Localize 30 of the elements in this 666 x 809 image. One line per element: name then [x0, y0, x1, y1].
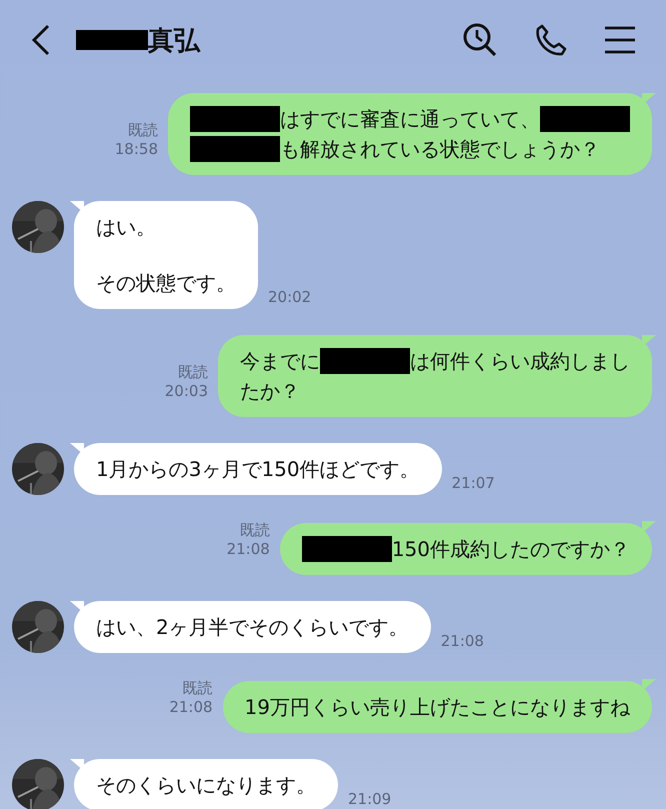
timestamp: 21:08 — [440, 632, 484, 651]
read-receipt: 既読 — [128, 121, 158, 140]
back-button[interactable] — [30, 23, 52, 57]
search-icon[interactable] — [462, 22, 498, 58]
timestamp: 21:08 — [226, 540, 270, 559]
chat-title: 真弘 — [148, 24, 200, 58]
phone-icon[interactable] — [534, 23, 568, 57]
read-receipt: 既読 — [182, 679, 213, 698]
message-text: は何件くらい成約しまし — [410, 348, 630, 375]
message-text: も解放されている状態でしょうか？ — [280, 136, 600, 163]
message-text: はすでに審査に通っていて、 — [280, 106, 540, 133]
timestamp: 20:03 — [164, 382, 208, 401]
message-text: 今までに — [240, 348, 320, 375]
message-text: はい、2ヶ月半でそのくらいです。 — [96, 614, 409, 641]
timestamp: 21:08 — [169, 698, 213, 717]
timestamp: 21:09 — [348, 790, 392, 809]
timestamp: 18:58 — [114, 140, 158, 159]
message-text: 19万円くらい売り上げたことになりますね — [244, 694, 630, 721]
read-receipt: 既読 — [240, 521, 270, 540]
message-text: 150件成約したのですか？ — [392, 536, 630, 563]
read-receipt: 既読 — [178, 363, 208, 382]
menu-icon[interactable] — [604, 26, 636, 54]
timestamp: 21:07 — [452, 474, 495, 493]
timestamp: 20:02 — [268, 288, 312, 307]
message-text: 1月からの3ヶ月で150件ほどです。 — [96, 456, 420, 483]
message-text: たか？ — [240, 378, 300, 405]
message-text: はい。 — [96, 214, 156, 241]
redaction-bar — [76, 30, 148, 50]
message-text: そのくらいになります。 — [96, 772, 316, 799]
message-text: その状態です。 — [96, 270, 236, 297]
